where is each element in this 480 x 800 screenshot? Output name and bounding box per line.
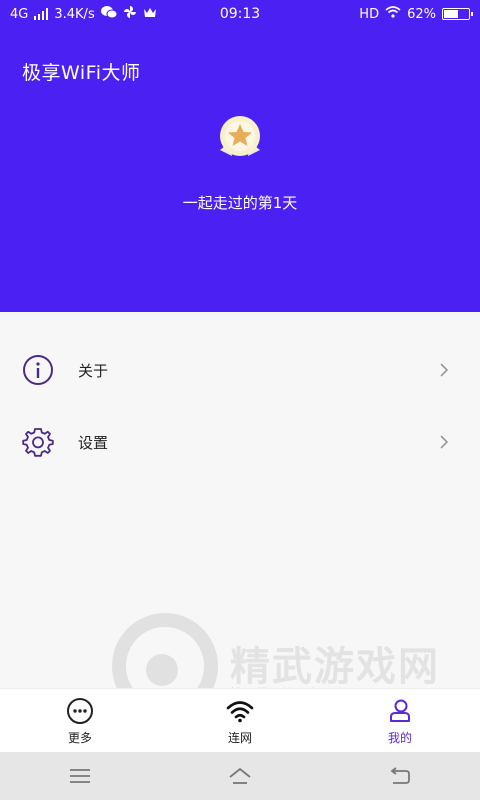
tab-label: 我的 [387, 730, 412, 745]
tab-mine[interactable]: 我的 [320, 689, 480, 753]
menu-item-label: 设置 [78, 433, 109, 452]
battery-icon [442, 8, 473, 20]
status-bar: 4G 3.4K/s 09:13 HD 62% [0, 0, 480, 28]
profile-icon [390, 699, 410, 722]
more-icon [67, 697, 93, 724]
menu-icon[interactable] [67, 763, 93, 789]
bottom-tab-bar: 更多 连网 我的 [0, 688, 480, 753]
menu-item-settings[interactable]: 设置 [0, 406, 480, 478]
info-icon [23, 355, 53, 385]
home-icon[interactable] [227, 763, 253, 789]
app-title: 极享WiFi大师 [22, 62, 141, 84]
medal-icon [220, 116, 260, 156]
profile-header: 极享WiFi大师 一起走过的第1天 [0, 28, 480, 312]
gear-icon [22, 428, 54, 457]
tab-more[interactable]: 更多 [0, 689, 160, 753]
tab-connect[interactable]: 连网 [160, 689, 320, 753]
tab-label: 连网 [227, 730, 252, 745]
settings-menu: 关于 设置 [0, 312, 480, 478]
menu-item-label: 关于 [78, 361, 109, 380]
system-navigation-bar [0, 752, 480, 800]
menu-item-about[interactable]: 关于 [0, 334, 480, 406]
wifi-icon [226, 700, 254, 722]
days-together-text: 一起走过的第1天 [182, 194, 298, 212]
tab-label: 更多 [67, 730, 92, 745]
chevron-right-icon [440, 435, 449, 449]
back-icon[interactable] [387, 763, 413, 789]
status-time: 09:13 [219, 6, 261, 22]
chevron-right-icon [440, 363, 449, 377]
